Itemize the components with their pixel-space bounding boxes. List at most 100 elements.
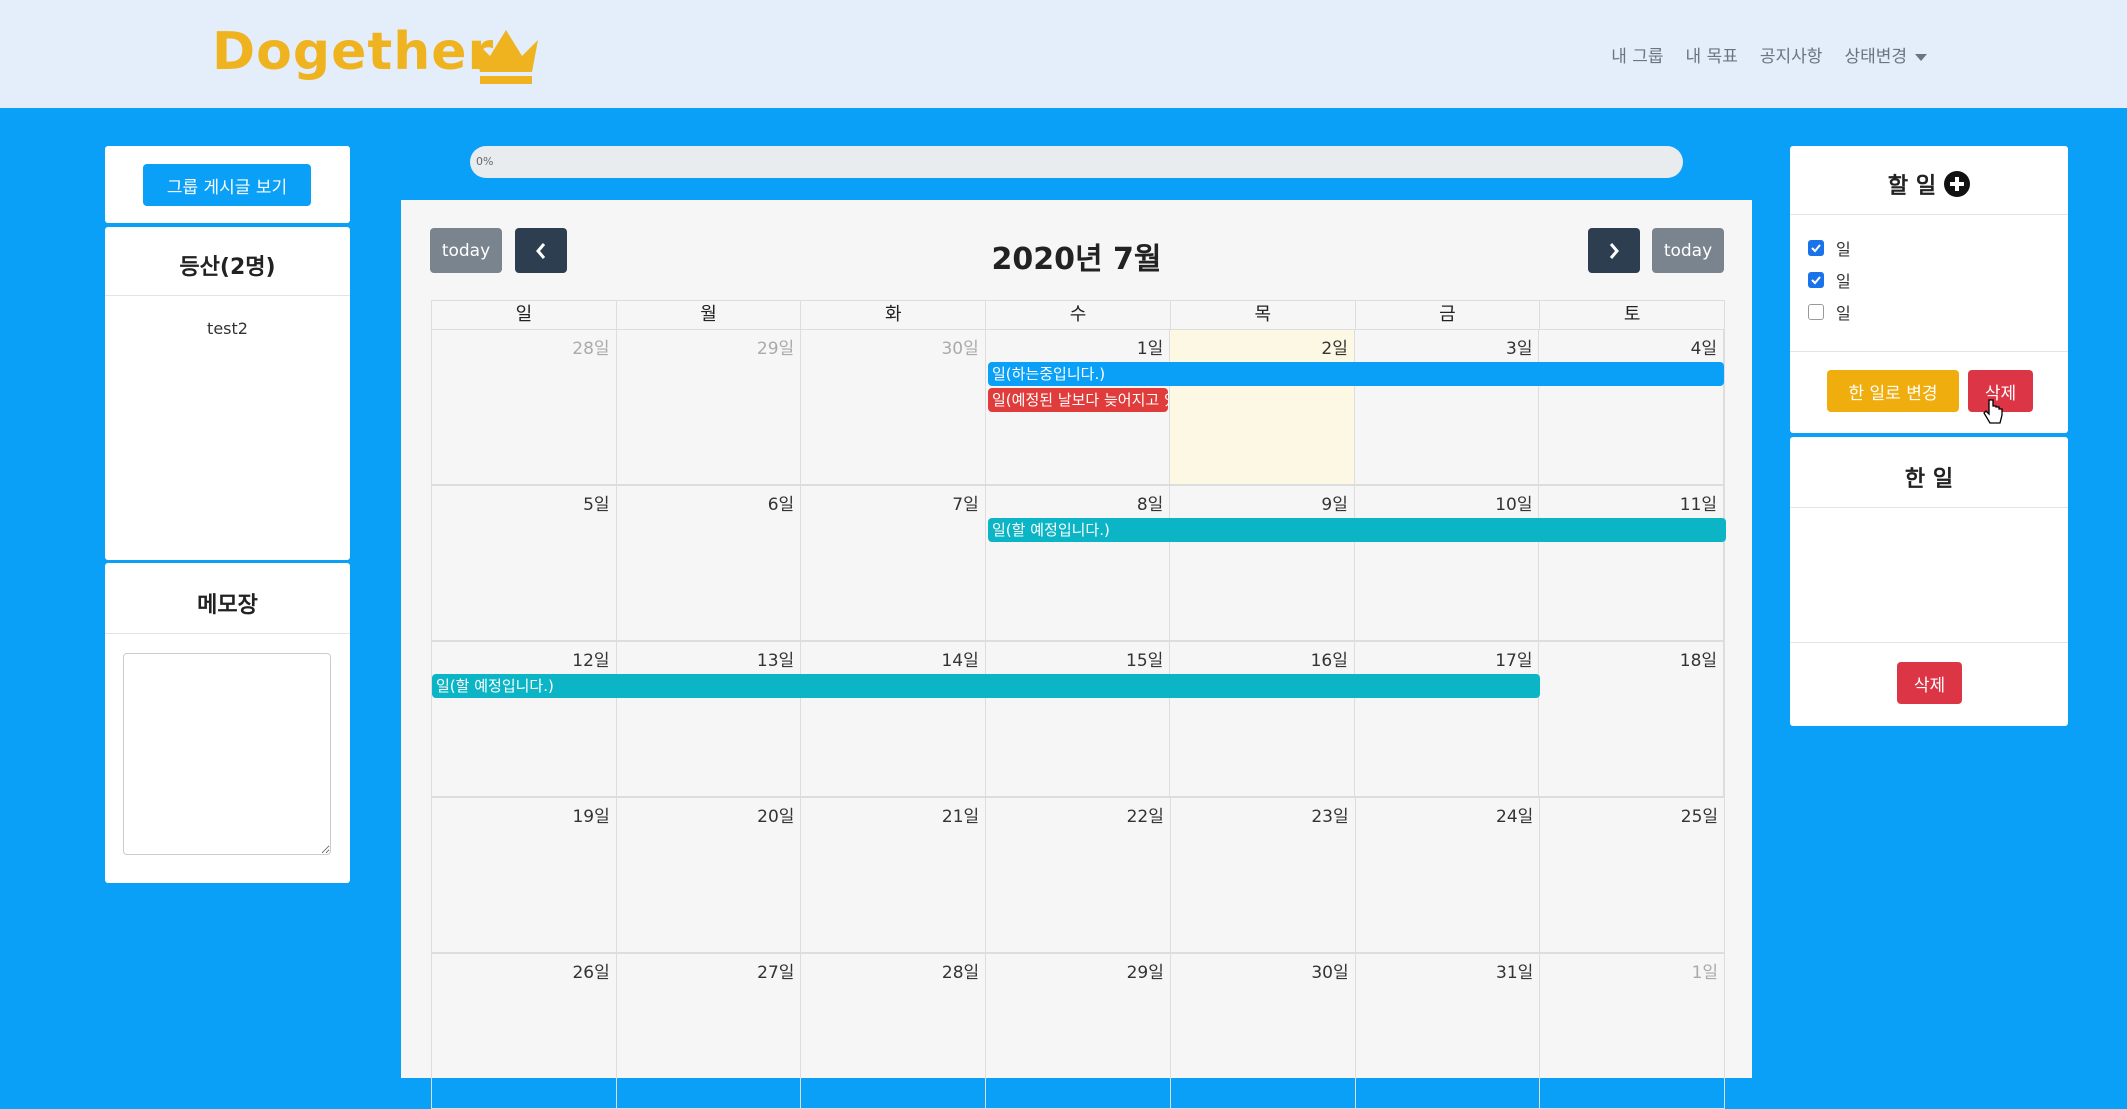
weekday-thu: 목 <box>1171 301 1356 329</box>
next-month-button[interactable] <box>1588 228 1640 273</box>
todo-item-label: 일 <box>1836 304 1851 323</box>
checkbox-checked[interactable] <box>1808 272 1824 288</box>
memo-title: 메모장 <box>197 593 258 618</box>
day-cell[interactable]: 31일 <box>1356 954 1541 1108</box>
day-number: 29일 <box>756 339 795 359</box>
brand-logo-text[interactable]: Dogether <box>212 22 494 82</box>
day-cell[interactable]: 18일 <box>1539 642 1725 796</box>
day-number: 29일 <box>1126 963 1164 983</box>
day-number: 6일 <box>767 495 795 515</box>
day-number: 1일 <box>1136 339 1164 359</box>
day-cell[interactable]: 21일 <box>801 798 987 952</box>
event-planned[interactable]: 일(할 예정입니다.) <box>988 518 1726 542</box>
nav-my-goal[interactable]: 내 목표 <box>1686 42 1738 67</box>
today-button-right[interactable]: today <box>1652 228 1724 273</box>
day-cell[interactable]: 29일 <box>617 330 802 484</box>
calendar-header: today 2020년 7월 today <box>401 200 1752 300</box>
progress-bar: 0% <box>470 146 1683 178</box>
day-number: 13일 <box>756 651 795 671</box>
event-in-progress[interactable]: 일(하는중입니다.) <box>988 362 1724 386</box>
day-cell[interactable]: 19일 <box>432 798 617 952</box>
day-number: 28일 <box>572 339 610 359</box>
weekday-sat: 토 <box>1623 304 1641 325</box>
todo-item[interactable]: 일 <box>1808 300 1851 324</box>
day-cell[interactable]: 28일 <box>801 954 987 1108</box>
day-number: 3일 <box>1506 339 1533 359</box>
day-cell[interactable]: 9일 <box>1170 486 1355 640</box>
day-number: 8일 <box>1136 495 1164 515</box>
day-number: 26일 <box>572 963 610 983</box>
divider <box>105 295 350 296</box>
navbar: Dogether 내 그룹 내 목표 공지사항 상태변경 <box>0 0 2127 108</box>
nav-status-dropdown[interactable]: 상태변경 <box>1844 42 1927 67</box>
day-number: 16일 <box>1310 651 1348 671</box>
day-cell[interactable]: 30일 <box>1171 954 1356 1108</box>
divider <box>1790 507 2068 508</box>
day-cell[interactable]: 30일 <box>801 330 986 484</box>
nav-status-label: 상태변경 <box>1844 47 1907 67</box>
day-cell[interactable]: 8일 <box>986 486 1171 640</box>
nav-notice[interactable]: 공지사항 <box>1760 42 1823 67</box>
check-icon <box>1811 276 1821 285</box>
divider <box>1790 642 2068 643</box>
group-members-card: 등산(2명) test2 <box>105 227 350 560</box>
day-cell[interactable]: 13일 <box>617 642 802 796</box>
move-to-done-button[interactable]: 한 일로 변경 <box>1827 370 1959 412</box>
day-number: 12일 <box>572 651 610 671</box>
divider <box>105 633 350 634</box>
calendar-title: 2020년 7월 <box>991 242 1162 277</box>
memo-textarea[interactable] <box>123 653 331 855</box>
done-card: 한 일 삭제 <box>1790 437 2068 726</box>
day-cell[interactable]: 25일 <box>1540 798 1724 952</box>
day-cell[interactable]: 23일 <box>1171 798 1356 952</box>
day-cell[interactable]: 22일 <box>986 798 1171 952</box>
day-number: 10일 <box>1495 495 1533 515</box>
day-cell[interactable]: 26일 <box>432 954 617 1108</box>
day-cell[interactable]: 4일 <box>1539 330 1725 484</box>
calendar-week: 28일 29일 30일 1일 2일 3일 4일 일(하는중입니다.) 일(예정된… <box>431 329 1725 485</box>
calendar-grid: 일 월 화 수 목 금 토 28일 29일 30일 1일 2일 3일 4일 일(… <box>431 300 1726 1109</box>
event-planned[interactable]: 일(할 예정입니다.) <box>432 674 1540 698</box>
day-cell[interactable]: 14일 <box>801 642 986 796</box>
day-cell[interactable]: 27일 <box>617 954 802 1108</box>
day-cell[interactable]: 15일 <box>986 642 1171 796</box>
checkbox-unchecked[interactable] <box>1808 304 1824 320</box>
day-cell[interactable]: 17일 <box>1355 642 1540 796</box>
group-posts-button[interactable]: 그룹 게시글 보기 <box>143 164 311 206</box>
day-number: 20일 <box>757 807 795 827</box>
day-cell[interactable]: 11일 <box>1539 486 1725 640</box>
calendar-week: 5일 6일 7일 8일 9일 10일 11일 일(할 예정입니다.) <box>431 485 1726 641</box>
day-cell[interactable]: 16일 <box>1170 642 1355 796</box>
day-number: 5일 <box>583 495 610 515</box>
checkbox-checked[interactable] <box>1808 240 1824 256</box>
day-number: 17일 <box>1495 651 1533 671</box>
day-cell[interactable]: 6일 <box>617 486 802 640</box>
todo-list: 일 일 일 <box>1808 236 1851 332</box>
day-cell[interactable]: 1일 <box>1540 954 1724 1108</box>
day-cell[interactable]: 3일 <box>1355 330 1540 484</box>
chevron-right-icon <box>1609 242 1619 259</box>
day-cell[interactable]: 28일 <box>432 330 617 484</box>
day-cell[interactable]: 24일 <box>1356 798 1541 952</box>
day-cell[interactable]: 20일 <box>617 798 802 952</box>
nav-menu: 내 그룹 내 목표 공지사항 상태변경 <box>1611 42 1927 67</box>
day-cell[interactable]: 7일 <box>801 486 986 640</box>
event-overdue[interactable]: 일(예정된 날보다 늦어지고 있습니다.) <box>988 388 1168 412</box>
day-cell[interactable]: 10일 <box>1355 486 1540 640</box>
todo-item-label: 일 <box>1836 272 1851 291</box>
group-posts-card: 그룹 게시글 보기 <box>105 146 350 223</box>
day-number: 22일 <box>1126 807 1164 827</box>
todo-item[interactable]: 일 <box>1808 268 1851 292</box>
day-number: 24일 <box>1496 807 1534 827</box>
day-cell[interactable]: 12일 <box>432 642 617 796</box>
delete-done-button[interactable]: 삭제 <box>1897 662 1962 704</box>
nav-my-group[interactable]: 내 그룹 <box>1611 42 1663 67</box>
day-cell[interactable]: 5일 <box>432 486 617 640</box>
progress-label: 0% <box>476 155 494 168</box>
todo-header: 할 일 <box>1790 168 2068 200</box>
memo-card: 메모장 <box>105 563 350 883</box>
todo-item[interactable]: 일 <box>1808 236 1851 260</box>
day-cell-today[interactable]: 2일 <box>1170 330 1355 484</box>
add-circle-icon[interactable] <box>1944 171 1971 197</box>
day-cell[interactable]: 29일 <box>986 954 1171 1108</box>
